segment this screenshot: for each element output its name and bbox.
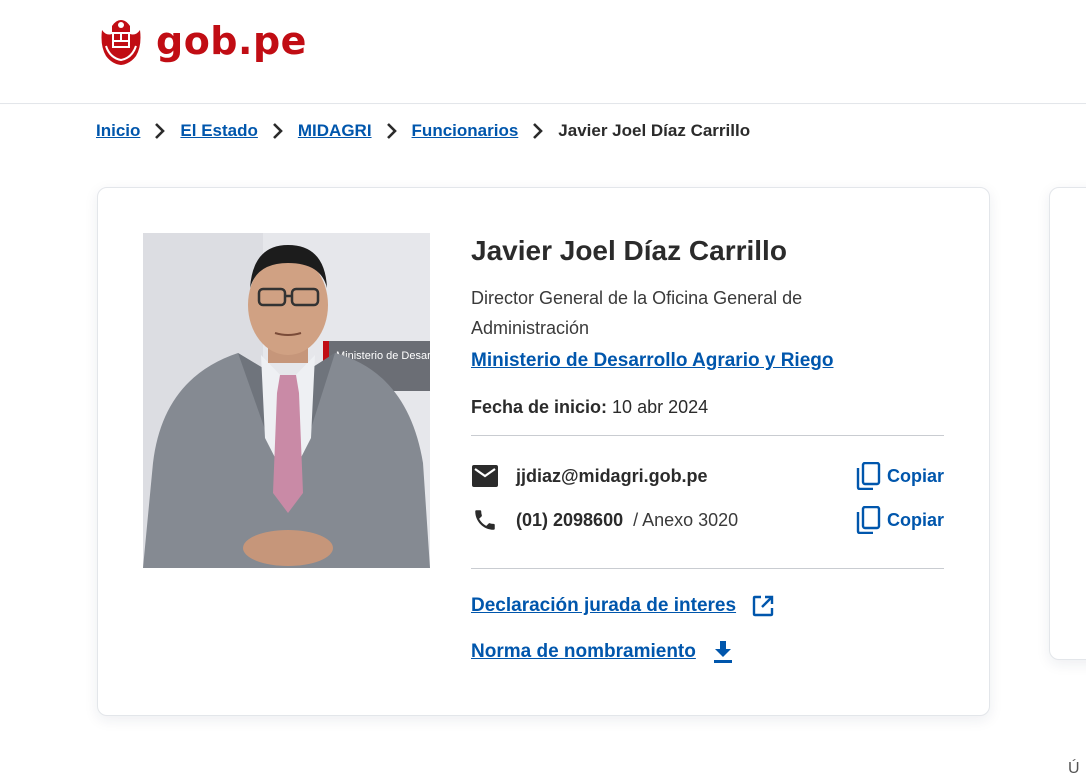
chevron-right-icon — [532, 123, 544, 139]
official-name: Javier Joel Díaz Carrillo — [471, 235, 787, 266]
official-info: Javier Joel Díaz Carrillo Director Gener… — [471, 233, 944, 675]
logo-text: gob.pe — [156, 19, 307, 63]
start-date: Fecha de inicio: 10 abr 2024 — [471, 393, 944, 421]
start-date-label: Fecha de inicio: — [471, 397, 608, 417]
site-header: gob.pe — [0, 0, 1086, 104]
chevron-right-icon — [154, 123, 166, 139]
copy-email-label: Copiar — [886, 465, 944, 486]
breadcrumb: Inicio El Estado MIDAGRI Funcionarios Ja… — [96, 105, 750, 157]
copy-phone-button[interactable]: Copiar — [855, 506, 944, 534]
official-photo: Ministerio de Desarrollo A — [143, 233, 430, 568]
phone-extension: / Anexo 3020 — [633, 509, 739, 530]
copy-email-button[interactable]: Copiar — [855, 462, 944, 490]
declaration-link[interactable]: Declaración jurada de interes — [471, 595, 736, 617]
breadcrumb-bar: Inicio El Estado MIDAGRI Funcionarios Ja… — [0, 105, 1086, 157]
email-row: jjdiaz@midagri.gob.pe Copiar — [471, 454, 944, 498]
copy-phone-label: Copiar — [886, 509, 944, 530]
email-value: jjdiaz@midagri.gob.pe — [516, 465, 708, 486]
document-links: Declaración jurada de interes Norma de n… — [471, 583, 944, 675]
appointment-row: Norma de nombramiento — [471, 629, 944, 675]
corner-text: Ú — [1068, 760, 1080, 777]
external-link-icon[interactable] — [752, 595, 774, 617]
divider — [471, 568, 944, 569]
declaration-row: Declaración jurada de interes — [471, 583, 944, 629]
download-icon[interactable] — [712, 640, 734, 664]
breadcrumb-link-el-estado[interactable]: El Estado — [180, 121, 257, 141]
breadcrumb-link-funcionarios[interactable]: Funcionarios — [412, 121, 519, 141]
email-icon — [471, 462, 499, 490]
seal-icon — [101, 20, 141, 65]
contact-list: jjdiaz@midagri.gob.pe Copiar (01) 209860… — [471, 454, 944, 542]
start-date-value: 10 abr 2024 — [612, 397, 709, 417]
breadcrumb-link-inicio[interactable]: Inicio — [96, 121, 140, 141]
phone-icon — [471, 506, 499, 534]
breadcrumb-link-midagri[interactable]: MIDAGRI — [298, 121, 372, 141]
official-position: Director General de la Oficina General d… — [471, 288, 803, 338]
chevron-right-icon — [272, 123, 284, 139]
appointment-link[interactable]: Norma de nombramiento — [471, 641, 696, 663]
chevron-right-icon — [386, 123, 398, 139]
copy-icon — [856, 462, 881, 490]
copy-icon — [856, 506, 881, 534]
divider — [471, 435, 944, 436]
entity-link[interactable]: Ministerio de Desarrollo Agrario y Riego — [471, 347, 944, 375]
gobpe-logo[interactable]: gob.pe — [96, 16, 307, 66]
side-card — [1049, 187, 1086, 660]
phone-value: (01) 2098600 — [516, 509, 624, 530]
phone-row: (01) 2098600 / Anexo 3020 Copiar — [471, 498, 944, 542]
breadcrumb-current: Javier Joel Díaz Carrillo — [558, 121, 751, 140]
